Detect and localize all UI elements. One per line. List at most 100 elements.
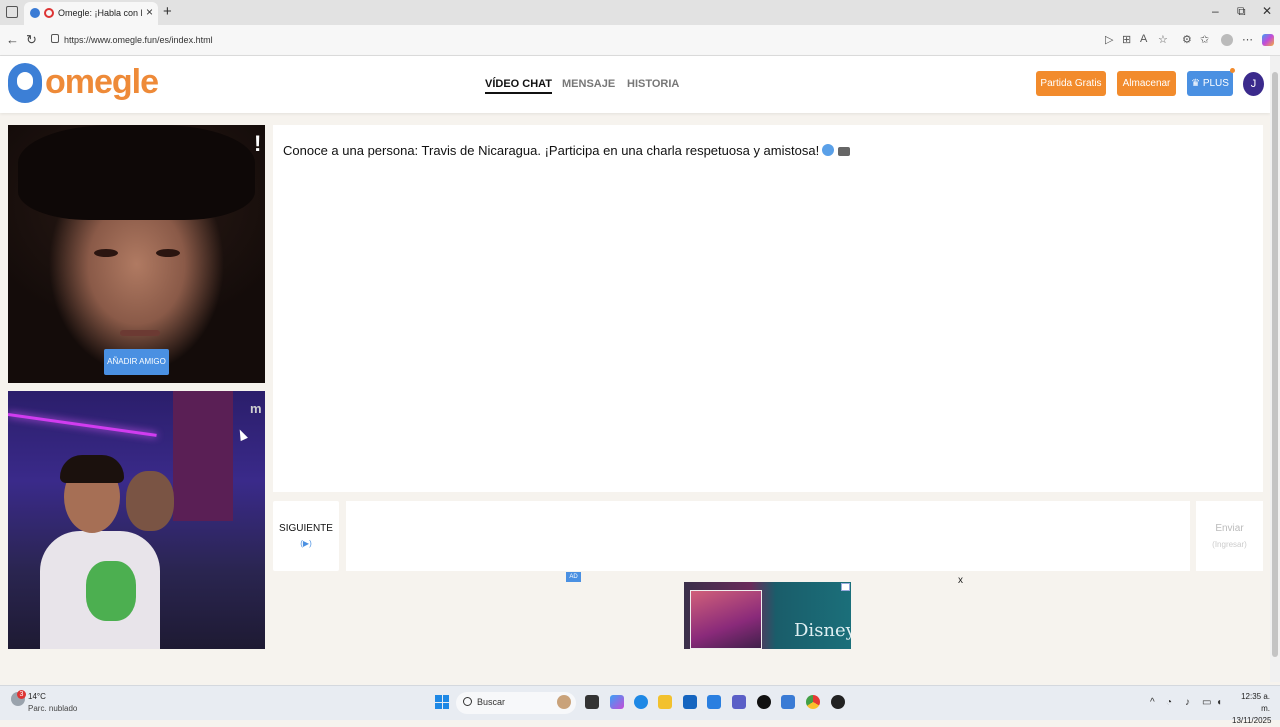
search-highlight-icon[interactable]	[557, 695, 571, 709]
url-text: https://www.omegle.fun/es/index.html	[64, 35, 213, 45]
led-strip	[8, 413, 157, 437]
apps-icon[interactable]: ⊞	[1122, 33, 1131, 46]
plus-button[interactable]: ♛ PLUS	[1187, 71, 1233, 96]
scrollbar-thumb[interactable]	[1272, 72, 1278, 657]
video-eye-left	[94, 249, 118, 257]
page-scrollbar[interactable]	[1270, 56, 1280, 682]
weather-condition: Parc. nublado	[28, 704, 78, 713]
extensions-icon[interactable]: ⚙	[1182, 33, 1192, 46]
temperature: 14°C	[28, 692, 46, 701]
video-mouth	[120, 330, 160, 336]
video-watermark: m	[250, 401, 262, 416]
address-bar-row: ← ↻ https://www.omegle.fun/es/index.html…	[0, 25, 1280, 56]
tab-close-icon[interactable]: ×	[146, 5, 153, 19]
chrome-icon[interactable]	[806, 695, 820, 709]
volume-icon[interactable]: ◖	[1216, 697, 1222, 708]
ad-info-icon[interactable]	[841, 583, 850, 591]
clock-time: 12:35 a. m.	[1241, 692, 1270, 713]
more-menu-icon[interactable]: ⋯	[1242, 33, 1253, 46]
omegle-app-icon[interactable]	[781, 695, 795, 709]
clock[interactable]: 12:35 a. m. 13/11/2025	[1232, 691, 1272, 727]
minimize-button[interactable]: –	[1212, 4, 1219, 18]
chat-log: Conoce a una persona: Travis de Nicaragu…	[273, 125, 1263, 492]
browser-tab-strip: Omegle: ¡Habla con Desconocidos! × + – ⧉…	[0, 0, 1280, 25]
nav-message[interactable]: MENSAJE	[562, 78, 615, 90]
search-label: Buscar	[477, 697, 506, 707]
browser-profile-icon[interactable]	[1221, 34, 1233, 46]
ad-banner[interactable]: Disney	[684, 582, 851, 649]
crown-icon: ♛	[1191, 78, 1201, 89]
file-explorer-icon[interactable]	[658, 695, 672, 709]
store-button[interactable]: Almacenar	[1117, 71, 1176, 96]
tray-chevron-icon[interactable]: ^	[1150, 697, 1155, 708]
ad-badge: AD	[566, 572, 581, 582]
outlook-icon[interactable]	[707, 695, 721, 709]
send-hint: (Ingresar)	[1212, 540, 1247, 549]
weather-badge: 3	[17, 690, 26, 699]
ad-brand-logo: Disney	[794, 620, 851, 641]
send-button[interactable]: Enviar (Ingresar)	[1196, 501, 1263, 571]
browser-tab[interactable]: Omegle: ¡Habla con Desconocidos! ×	[24, 2, 158, 25]
person-hair	[60, 455, 124, 483]
stranger-video: ! AÑADIR AMIGO	[8, 125, 265, 383]
url-field[interactable]: https://www.omegle.fun/es/index.html	[48, 29, 1088, 51]
start-button[interactable]	[435, 695, 449, 709]
tray-app-icon[interactable]: ◔	[1166, 697, 1172, 708]
avatar[interactable]: J	[1243, 72, 1264, 96]
notification-dot	[1230, 68, 1235, 73]
next-button[interactable]: SIGUIENTE (▶)	[273, 501, 339, 571]
edge-app-icon[interactable]	[634, 695, 648, 709]
site-header: omegle VÍDEO CHAT MENSAJE HISTORIA Parti…	[0, 56, 1270, 113]
reload-button[interactable]: ↻	[26, 32, 37, 48]
system-message-text: Conoce a una persona: Travis de Nicaragu…	[283, 143, 820, 158]
app-icon[interactable]	[831, 695, 845, 709]
send-label: Enviar	[1215, 523, 1244, 534]
ad-close-button[interactable]: x	[958, 575, 963, 586]
curtain-shape	[173, 391, 233, 521]
tiktok-icon[interactable]	[757, 695, 771, 709]
nav-history[interactable]: HISTORIA	[627, 78, 679, 90]
new-tab-button[interactable]: +	[163, 3, 172, 20]
omegle-logo-icon[interactable]	[8, 63, 42, 103]
video-hair-shape	[18, 125, 255, 220]
free-match-button[interactable]: Partida Gratis	[1036, 71, 1106, 96]
globe-icon	[822, 144, 835, 156]
task-view-icon[interactable]	[585, 695, 599, 709]
background-person	[126, 471, 174, 531]
copilot-app-icon[interactable]	[610, 695, 624, 709]
site-logo[interactable]: omegle	[45, 63, 159, 102]
edge-icon	[30, 8, 40, 18]
report-button[interactable]: !	[254, 131, 261, 157]
nav-video-chat[interactable]: VÍDEO CHAT	[485, 78, 553, 94]
window-menu-icon[interactable]	[6, 6, 18, 18]
add-friend-button[interactable]: AÑADIR AMIGO	[104, 349, 169, 375]
lock-icon	[51, 34, 59, 43]
system-message: Conoce a una persona: Travis de Nicaragu…	[283, 143, 851, 158]
windows-taskbar: 3 14°C Parc. nublado Buscar ^ ◔ ♪ ▭ ◖ 12…	[0, 685, 1280, 725]
ad-poster-image	[690, 590, 762, 649]
restore-button[interactable]: ⧉	[1237, 4, 1246, 19]
hoodie-print	[86, 561, 136, 621]
media-icon[interactable]: ▷	[1105, 33, 1113, 46]
copilot-icon[interactable]	[1262, 34, 1274, 46]
message-input[interactable]	[346, 501, 1190, 571]
teams-icon[interactable]	[732, 695, 746, 709]
store-app-icon[interactable]	[683, 695, 697, 709]
microphone-icon[interactable]: ♪	[1185, 697, 1190, 708]
next-label: SIGUIENTE	[279, 523, 333, 534]
favorite-star-icon[interactable]: ☆	[1158, 33, 1168, 46]
omegle-favicon-icon	[44, 8, 54, 18]
self-video: m	[8, 391, 265, 649]
back-button[interactable]: ←	[6, 32, 19, 47]
tab-title: Omegle: ¡Habla con Desconocidos!	[58, 8, 142, 18]
network-icon[interactable]: ▭	[1202, 697, 1211, 708]
camera-icon	[838, 147, 851, 156]
favorites-icon[interactable]: ✩	[1200, 33, 1209, 46]
next-hint: (▶)	[300, 539, 312, 548]
close-window-button[interactable]: ✕	[1262, 4, 1272, 18]
clock-date: 13/11/2025	[1232, 716, 1272, 725]
search-icon	[463, 697, 472, 706]
plus-label: PLUS	[1202, 78, 1229, 89]
read-aloud-icon[interactable]: A	[1140, 33, 1147, 45]
video-eye-right	[156, 249, 180, 257]
